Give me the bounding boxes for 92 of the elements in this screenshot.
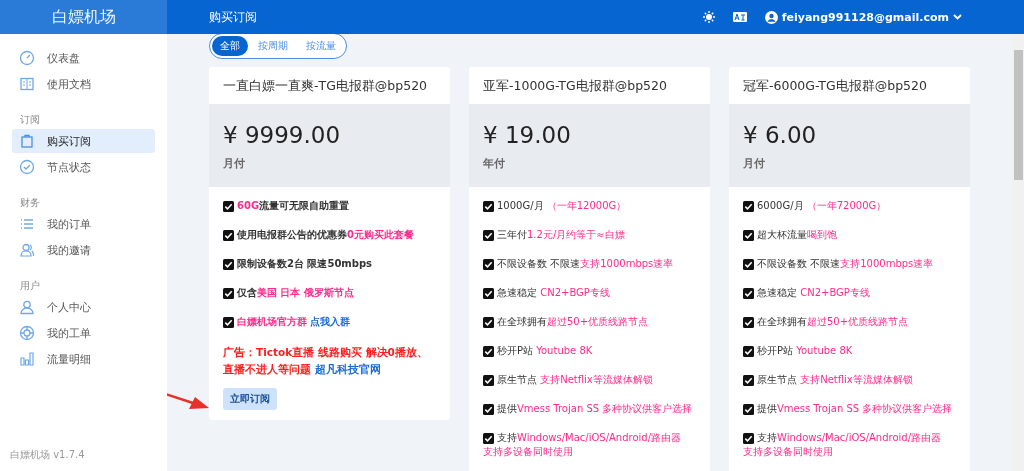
- checkbox-icon: [223, 230, 234, 241]
- feature-text: 提供Vmess Trojan SS 多种协议供客户选择: [757, 402, 953, 416]
- book-icon: [19, 76, 35, 92]
- checkbox-icon: [743, 288, 754, 299]
- checkbox-icon: [483, 288, 494, 299]
- feature-text: 6000G/月 （一年72000G）: [757, 199, 887, 213]
- feature-text: 超大杯流量喝到饱: [757, 228, 837, 242]
- checkbox-icon: [223, 201, 234, 212]
- check-circle-icon: [19, 159, 35, 175]
- checkbox-icon: [223, 288, 234, 299]
- brand-name: 白嫖机场: [0, 0, 167, 34]
- nav-item[interactable]: 流量明细: [12, 347, 155, 371]
- price: ¥ 9999.00: [223, 122, 342, 148]
- filter-tab[interactable]: 按流量: [298, 36, 344, 56]
- feature-text: 急速稳定 CN2+BGP专线: [497, 286, 610, 300]
- feature-text: 原生节点 支持Netflix等流媒体解锁: [497, 373, 653, 387]
- section-heading: 用户: [20, 280, 41, 293]
- feature-text: 不限设备数 不限速支持1000mbps速率: [757, 257, 934, 271]
- checkbox-icon: [743, 346, 754, 357]
- price: ¥ 19.00: [483, 122, 572, 148]
- clipboard-icon: [19, 133, 35, 149]
- nav-item[interactable]: 我的订单: [12, 212, 155, 236]
- nav-item[interactable]: 使用文档: [12, 72, 155, 96]
- chevron-down-icon: [953, 14, 962, 20]
- feature-text: 使用电报群公告的优惠券0元购买此套餐: [237, 228, 414, 242]
- checkbox-icon: [483, 201, 494, 212]
- feature-text: 限制设备数2台 限速50mbps: [237, 257, 373, 271]
- plan-title: 一直白嫖一直爽-TG电报群@bp520: [222, 77, 429, 95]
- checkbox-icon: [743, 259, 754, 270]
- feature-text: 秒开P站 Youtube 8K: [497, 344, 593, 358]
- sun-icon[interactable]: [702, 11, 715, 23]
- feature-text: 支持多设备同时使用: [743, 445, 834, 459]
- checkbox-icon: [483, 404, 494, 415]
- lifebuoy-icon: [19, 325, 35, 341]
- checkbox-icon: [483, 375, 494, 386]
- billing-period: 月付: [223, 156, 246, 171]
- checkbox-icon: [743, 230, 754, 241]
- users-icon: [19, 242, 35, 258]
- feature-text: 白嫖机场官方群 点我入群: [237, 315, 351, 329]
- billing-period: 月付: [743, 156, 766, 171]
- user-avatar-icon: [764, 10, 778, 24]
- nav-item[interactable]: 仪表盘: [12, 46, 155, 70]
- feature-text: 急速稳定 CN2+BGP专线: [757, 286, 870, 300]
- checkbox-icon: [743, 404, 754, 415]
- account-menu[interactable]: feiyang991128@gmail.com: [764, 10, 962, 24]
- nav-item[interactable]: 个人中心: [12, 295, 155, 319]
- list-icon: [19, 216, 35, 232]
- feature-text: 秒开P站 Youtube 8K: [757, 344, 853, 358]
- checkbox-icon: [743, 201, 754, 212]
- feature-text: 在全球拥有超过50+优质线路节点: [497, 315, 649, 329]
- plan-title: 冠军-6000G-TG电报群@bp520: [742, 77, 928, 95]
- filter-tab[interactable]: 全部: [212, 36, 248, 56]
- feature-text: 支持多设备同时使用: [483, 445, 574, 459]
- checkbox-icon: [483, 317, 494, 328]
- section-heading: 财务: [20, 197, 41, 210]
- feature-text: 不限设备数 不限速支持1000mbps速率: [497, 257, 674, 271]
- feature-text: 支持Windows/Mac/iOS/Android/路由器: [757, 431, 942, 445]
- bar-chart-icon: [19, 351, 35, 367]
- translate-icon[interactable]: [732, 12, 747, 22]
- subscribe-button[interactable]: 立即订阅: [223, 388, 277, 410]
- checkbox-icon: [483, 433, 494, 444]
- checkbox-icon: [743, 375, 754, 386]
- section-heading: 订阅: [20, 114, 41, 127]
- billing-period: 年付: [483, 156, 506, 171]
- nav-item[interactable]: 节点状态: [12, 155, 155, 179]
- nav-item[interactable]: 购买订阅: [12, 129, 155, 153]
- nav-item[interactable]: 我的邀请: [12, 238, 155, 262]
- nav-item[interactable]: 我的工单: [12, 321, 155, 345]
- feature-text: 在全球拥有超过50+优质线路节点: [757, 315, 909, 329]
- page-title: 购买订阅: [209, 8, 258, 26]
- feature-text: 提供Vmess Trojan SS 多种协议供客户选择: [497, 402, 693, 416]
- checkbox-icon: [483, 259, 494, 270]
- feature-text: 支持Windows/Mac/iOS/Android/路由器: [497, 431, 682, 445]
- version-label: 白嫖机场 v1.7.4: [9, 448, 86, 462]
- gauge-icon: [19, 50, 35, 66]
- filter-tab[interactable]: 按周期: [250, 36, 296, 56]
- price: ¥ 6.00: [743, 122, 818, 148]
- feature-text: 原生节点 支持Netflix等流媒体解锁: [757, 373, 913, 387]
- checkbox-icon: [483, 230, 494, 241]
- scrollbar[interactable]: [1012, 34, 1024, 471]
- checkbox-icon: [743, 433, 754, 444]
- feature-text: 60G流量可无限自助重置: [237, 199, 350, 213]
- feature-text: 三年付1.2元/月约等于≈白嫖: [497, 228, 625, 242]
- checkbox-icon: [743, 317, 754, 328]
- checkbox-icon: [223, 317, 234, 328]
- feature-text: 仅含美国 日本 俄罗斯节点: [237, 286, 354, 300]
- plan-title: 亚军-1000G-TG电报群@bp520: [482, 77, 668, 95]
- feature-text: 1000G/月 （一年12000G）: [497, 199, 627, 213]
- ad-text: 广告：Tictok直播 线路购买 解决0播放、直播不进人等问题 超凡科技官网: [223, 345, 429, 377]
- checkbox-icon: [223, 259, 234, 270]
- checkbox-icon: [483, 346, 494, 357]
- user-icon: [19, 299, 35, 315]
